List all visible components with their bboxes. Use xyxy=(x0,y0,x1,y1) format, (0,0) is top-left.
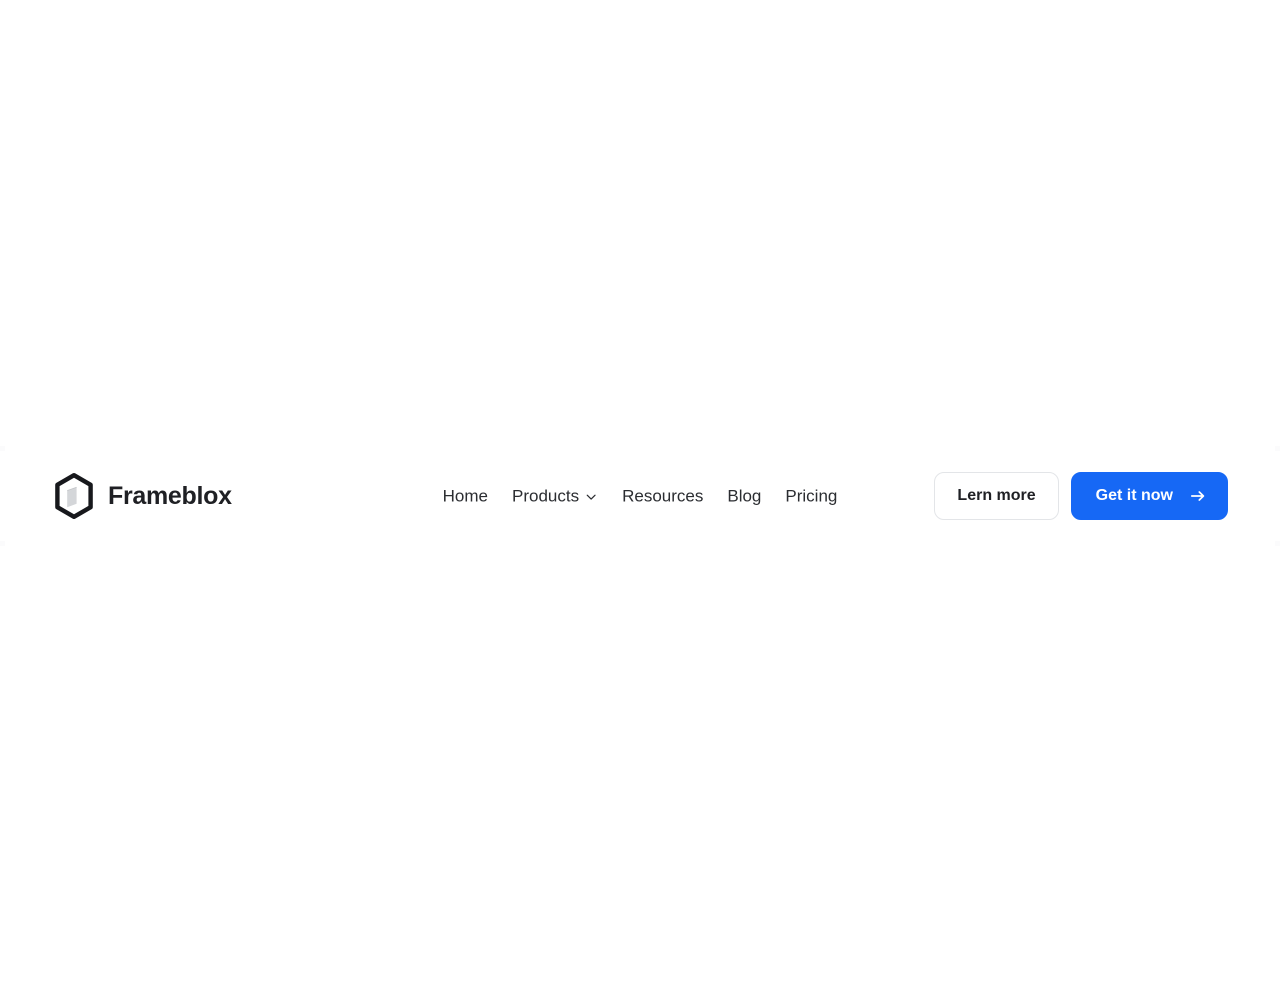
get-it-now-button[interactable]: Get it now xyxy=(1070,472,1228,520)
nav-label-pricing: Pricing xyxy=(785,486,838,506)
get-it-now-label: Get it now xyxy=(1095,487,1173,504)
learn-more-label: Lern more xyxy=(957,487,1036,504)
header-band-tick-top-right xyxy=(1275,446,1280,451)
nav-label-blog: Blog xyxy=(727,486,762,506)
nav-link-resources[interactable]: Resources xyxy=(622,484,703,509)
nav-link-products[interactable]: Products xyxy=(512,484,598,509)
site-header: Frameblox Home Products Resources Blog P… xyxy=(0,446,1280,546)
nav-label-resources: Resources xyxy=(622,486,704,506)
header-actions: Lern more Get it now xyxy=(934,472,1228,520)
primary-navigation: Home Products Resources Blog Pricing xyxy=(443,484,838,509)
nav-link-home[interactable]: Home xyxy=(443,484,488,509)
header-band-tick-bottom-left xyxy=(0,541,5,546)
chevron-down-icon xyxy=(587,494,597,500)
nav-link-blog[interactable]: Blog xyxy=(727,484,761,509)
arrow-right-icon xyxy=(1190,491,1205,501)
header-band-tick-bottom-right xyxy=(1275,541,1280,546)
learn-more-button[interactable]: Lern more xyxy=(934,472,1059,520)
hexagon-cube-icon xyxy=(55,473,93,519)
nav-label-home: Home xyxy=(442,486,488,506)
nav-label-products: Products xyxy=(512,486,580,506)
brand-logo-link[interactable]: Frameblox xyxy=(52,472,232,520)
brand-name: Frameblox xyxy=(108,481,232,510)
header-band-tick-top-left xyxy=(0,446,5,451)
page-root: Frameblox Home Products Resources Blog P… xyxy=(0,0,1280,1000)
nav-link-pricing[interactable]: Pricing xyxy=(785,484,837,509)
